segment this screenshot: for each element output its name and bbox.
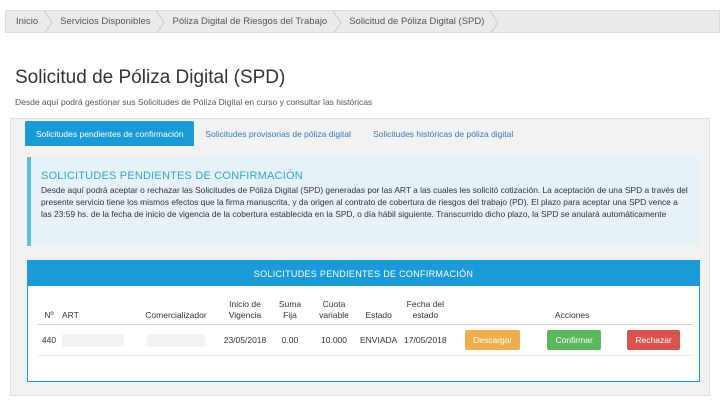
tab-pendientes[interactable]: Solicitudes pendientes de confirmación <box>25 121 195 146</box>
cell-rechazar: Rechazar <box>614 324 693 356</box>
cell-descargar: Descargar <box>451 324 535 356</box>
col-comercializador: Comercializador <box>132 299 220 325</box>
breadcrumb-item-poliza[interactable]: Póliza Digital de Riesgos del Trabajo <box>162 11 342 32</box>
redacted-comercializador <box>147 333 205 347</box>
cell-comercializador <box>132 324 220 356</box>
col-fecha: Fecha del estado <box>399 299 452 325</box>
col-acciones: Acciones <box>451 299 693 325</box>
table-row: 440 23/05/2018 0.00 10.000 ENVIADA 17/05… <box>38 324 693 356</box>
breadcrumb-label[interactable]: Póliza Digital de Riesgos del Trabajo <box>172 16 327 27</box>
breadcrumb-label[interactable]: Servicios Disponibles <box>60 16 150 27</box>
cell-art <box>60 324 132 356</box>
alert-text: Desde aquí podrá aceptar o rechazar las … <box>41 185 688 219</box>
col-estado: Estado <box>358 299 400 325</box>
confirm-button[interactable]: Confirmar <box>547 330 601 350</box>
col-n: Nº <box>38 299 60 325</box>
breadcrumb-item-spd[interactable]: Solicitud de Póliza Digital (SPD) <box>339 11 499 32</box>
card-header: SOLICITUDES PENDIENTES DE CONFIRMACIÓN <box>28 261 699 286</box>
tab-historicas[interactable]: Solicitudes históricas de póliza digital <box>362 121 524 146</box>
chevron-right-icon <box>488 11 500 32</box>
table-header-row: Nº ART Comercializador Inicio de Vigenci… <box>38 299 693 325</box>
cell-estado: ENVIADA <box>358 324 400 356</box>
cell-confirmar: Confirmar <box>534 324 615 356</box>
breadcrumb-item-inicio[interactable]: Inicio <box>6 11 53 32</box>
cell-suma: 0.00 <box>270 324 310 356</box>
breadcrumb-item-servicios[interactable]: Servicios Disponibles <box>50 11 166 32</box>
cell-inicio: 23/05/2018 <box>220 324 270 356</box>
redacted-art <box>62 333 124 347</box>
reject-button[interactable]: Rechazar <box>627 330 680 350</box>
breadcrumb-label[interactable]: Inicio <box>16 16 38 27</box>
page-subtitle: Desde aquí podrá gestionar sus Solicitud… <box>15 97 373 107</box>
col-suma: Suma Fija <box>270 299 310 325</box>
col-inicio: Inicio de Vigencia <box>220 299 270 325</box>
cell-cuota: 10.000 <box>310 324 358 356</box>
pending-requests-card: SOLICITUDES PENDIENTES DE CONFIRMACIÓN N… <box>27 260 700 382</box>
col-art: ART <box>60 299 132 325</box>
requests-table: Nº ART Comercializador Inicio de Vigenci… <box>38 299 693 356</box>
breadcrumb: Inicio Servicios Disponibles Póliza Digi… <box>5 10 720 33</box>
tab-bar: Solicitudes pendientes de confirmación S… <box>25 121 524 146</box>
page-title: Solicitud de Póliza Digital (SPD) <box>15 67 286 88</box>
download-button[interactable]: Descargar <box>465 330 521 350</box>
cell-n: 440 <box>38 324 60 356</box>
col-cuota: Cuota variable <box>310 299 358 325</box>
breadcrumb-label[interactable]: Solicitud de Póliza Digital (SPD) <box>349 16 484 27</box>
cell-fecha: 17/05/2018 <box>399 324 452 356</box>
tab-provisorias[interactable]: Solicitudes provisorias de póliza digita… <box>194 121 362 146</box>
info-alert: SOLICITUDES PENDIENTES DE CONFIRMACIÓN D… <box>27 157 700 246</box>
alert-title: SOLICITUDES PENDIENTES DE CONFIRMACIÓN <box>41 170 303 182</box>
